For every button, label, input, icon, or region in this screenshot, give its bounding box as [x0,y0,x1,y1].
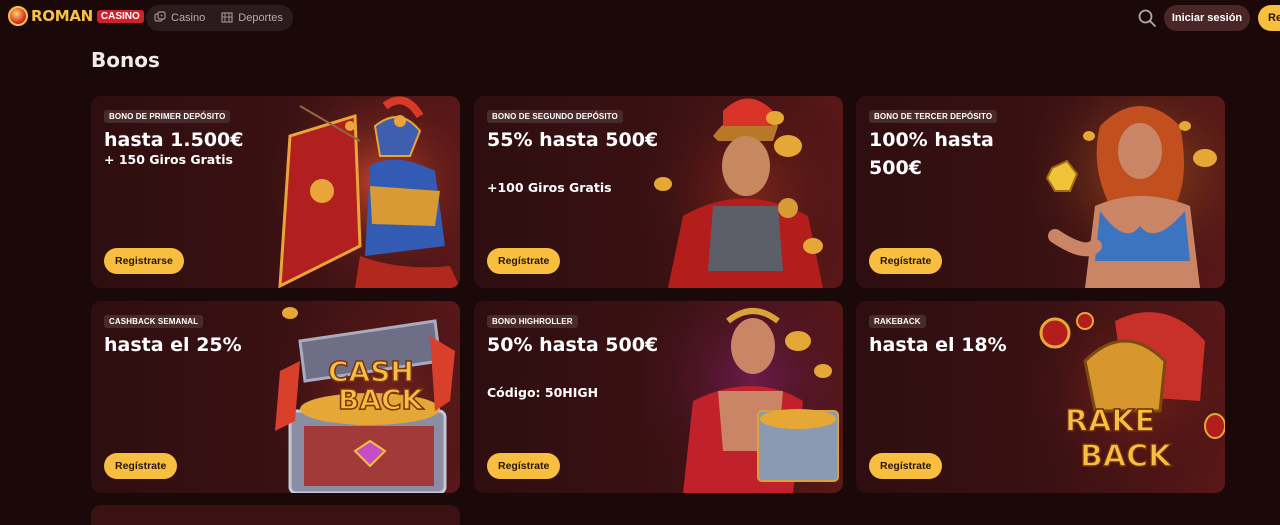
emperor-art [643,301,843,493]
bonus-headline: 55% hasta 500€ [487,129,659,151]
bonus-card-rakeback[interactable]: RAKE BACK RAKEBACK hasta el 18% Regístra… [856,301,1225,493]
register-cta-button[interactable]: Regístrate [869,453,943,479]
register-button[interactable]: Re [1258,5,1280,31]
cashback-art-line2: BACK [338,383,425,416]
bonus-card-second-deposit[interactable]: BONO DE SEGUNDO DEPÓSITO 55% hasta 500€ … [474,96,843,288]
cashback-chest-art: CASH BACK [260,301,460,493]
register-cta-button[interactable]: Regístrate [487,248,561,274]
gladiator-shield-art [260,96,460,288]
bonus-card-first-deposit[interactable]: BONO DE PRIMER DEPÓSITO hasta 1.500€ + 1… [91,96,460,288]
rakeback-art-line2: BACK [1080,439,1173,474]
bonus-headline: 50% hasta 500€ [487,334,659,356]
gladiator-helmet-icon [8,6,28,26]
bonus-subtext: +100 Giros Gratis [487,180,612,195]
bonus-tag: BONO DE PRIMER DEPÓSITO [104,110,231,123]
page-title: Bonos [91,48,160,72]
bonus-card-third-deposit[interactable]: BONO DE TERCER DEPÓSITO 100% hasta 500€ … [856,96,1225,288]
bonus-card-cashback[interactable]: CASH BACK CASHBACK SEMANAL hasta el 25% … [91,301,460,493]
rakeback-art-line1: RAKE [1065,404,1155,439]
nav-label-deportes: Deportes [238,12,283,24]
bonus-tag: BONO DE SEGUNDO DEPÓSITO [487,110,623,123]
bonus-headline: hasta 1.500€ [104,129,244,151]
bonus-headline: hasta el 18% [869,334,1007,356]
rakeback-helmet-art: RAKE BACK [1025,301,1225,493]
stadium-icon [221,11,233,26]
register-cta-button[interactable]: Regístrate [869,248,943,274]
register-cta-button[interactable]: Regístrate [487,453,561,479]
bonus-tag: CASHBACK SEMANAL [104,315,204,328]
search-icon[interactable] [1137,8,1157,28]
logo-text: ROMAN [31,7,93,25]
main-nav: Casino Deportes [146,5,293,31]
nav-item-deportes[interactable]: Deportes [221,11,283,26]
bonus-tag: BONO DE TERCER DEPÓSITO [869,110,998,123]
goddess-art [1025,96,1225,288]
roman-casino-logo[interactable]: ROMAN CASINO [8,6,144,26]
nav-label-casino: Casino [171,12,206,24]
bonus-subtext: + 150 Giros Gratis [104,152,233,167]
bonus-tag: BONO HIGHROLLER [487,315,578,328]
nav-item-casino[interactable]: Casino [154,10,206,26]
dice-icon [154,10,166,26]
bonus-tag: RAKEBACK [869,315,926,328]
next-bonus-card-partial [91,505,460,525]
logo-badge: CASINO [96,9,144,23]
register-cta-button[interactable]: Regístrate [104,453,178,479]
top-navigation-bar: ROMAN CASINO Casino Deportes Iniciar ses… [0,0,1280,36]
bonus-card-highroller[interactable]: BONO HIGHROLLER 50% hasta 500€ Código: 5… [474,301,843,493]
login-button[interactable]: Iniciar sesión [1164,5,1250,31]
centurion-art [643,96,843,288]
bonus-headline: 100% hasta 500€ [869,129,994,179]
bonus-subtext: Código: 50HIGH [487,385,599,400]
register-cta-button[interactable]: Registrarse [104,248,184,274]
bonus-headline: hasta el 25% [104,334,242,356]
